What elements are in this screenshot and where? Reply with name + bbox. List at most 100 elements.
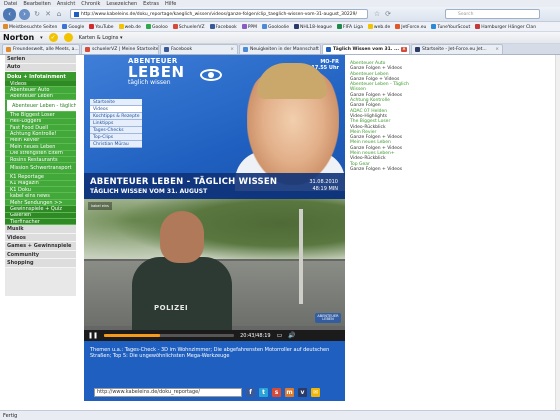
tab-close-icon[interactable]: × [230, 47, 234, 52]
volume-icon[interactable]: 🔊 [288, 332, 295, 339]
home-icon[interactable]: ⌂ [55, 10, 63, 19]
norton-check-icon[interactable]: ✓ [48, 33, 58, 42]
show-menu-item[interactable]: Tages-Checks [90, 127, 142, 134]
sidebar-category[interactable]: Community [5, 250, 76, 260]
bookmark-favicon-icon [145, 23, 151, 29]
show-menu-item[interactable]: Top-Clips [90, 134, 142, 141]
fullscreen-icon[interactable]: ▭ [277, 332, 283, 339]
sidebar-category[interactable]: Videos [5, 233, 76, 243]
bookmark-item[interactable]: YouTube [89, 23, 114, 30]
browser-tab[interactable]: Neuigkeiten in der Mannschaft× [239, 44, 321, 54]
bookmark-item[interactable]: TuneYourScout [431, 23, 471, 30]
browser-tab[interactable]: Facebook × [160, 44, 238, 54]
page-scrollbar[interactable] [555, 55, 560, 410]
reload-icon[interactable]: ↻ [33, 10, 41, 19]
show-menu-item[interactable]: Kochtipps & Rezepte [90, 113, 142, 120]
policeman-head [160, 211, 204, 263]
bookmark-item[interactable]: web.de [367, 23, 390, 30]
show-menu-item[interactable]: Videos [90, 106, 142, 113]
polizei-text: POLIZEI [154, 304, 189, 312]
bookmark-item[interactable]: Gooloo [145, 23, 168, 30]
norton-toolbar: Norton ▾ ✓ Karten & Logins ▾ [0, 32, 560, 44]
norton-menu[interactable]: Karten & Logins ▾ [79, 35, 123, 41]
browser-tab[interactable]: schuelerVZ | Meine Startseite× [81, 44, 159, 54]
tab-label: Freundeswelt, alle Meets, a... [13, 47, 79, 52]
menu-6[interactable]: Hilfe [165, 1, 176, 7]
url-text: http://www.kabeleins.de/doku_reportage/k… [81, 11, 358, 17]
bookmark-label: PPM [247, 24, 258, 30]
sidebar-item[interactable]: Mission Schwertransport [5, 163, 76, 175]
bookmark-item[interactable]: Google [62, 23, 85, 30]
pause-icon[interactable]: ❚❚ [88, 332, 98, 339]
bookmark-item[interactable]: Facebook [209, 23, 237, 30]
bookmark-favicon-icon [172, 23, 178, 29]
menu-0[interactable]: Datei [4, 1, 17, 7]
norton-logo: Norton [3, 33, 35, 42]
bookmark-favicon-icon [336, 23, 342, 29]
stop-icon[interactable]: ✕ [44, 10, 52, 19]
mail-icon[interactable]: ✉ [311, 387, 320, 397]
bookmark-item[interactable]: PPM [241, 23, 258, 30]
sidebar-section-title[interactable]: Doku + Infotainment [5, 72, 76, 81]
bookmark-label: FIFA Liga [342, 24, 363, 30]
bookmark-star-icon[interactable]: ☆ [373, 10, 381, 19]
bookmark-item[interactable]: Gooloolie [262, 23, 289, 30]
menu-2[interactable]: Ansicht [57, 1, 75, 7]
studivz-icon[interactable]: v [298, 387, 307, 397]
bookmark-label: TuneYourScout [437, 24, 471, 30]
menu-1[interactable]: Bearbeiten [23, 1, 50, 7]
related-shows: Abenteuer Auto Ganze Folgen + Videos Abent… [348, 55, 423, 189]
menu-5[interactable]: Extras [143, 1, 159, 7]
forward-button[interactable]: › [19, 8, 30, 20]
share-url-field[interactable]: http://www.kabeleins.de/doku_reportage/ [94, 387, 242, 397]
show-menu-item[interactable]: Christian Mürau [90, 141, 142, 148]
tab-label: Startseite - Jet-Force.eu Jet... [422, 47, 487, 52]
bookmark-label: Hamburger Hänger Clan [481, 24, 537, 30]
bookmark-item[interactable]: SchuelerVZ [172, 23, 205, 30]
bookmark-label: SchuelerVZ [178, 24, 205, 30]
refresh-icon[interactable]: ⟳ [384, 10, 392, 19]
video-policeman: POLIZEI [132, 207, 232, 332]
browser-tab[interactable]: Freundeswelt, alle Meets, a...× [2, 44, 80, 54]
bookmark-item[interactable]: web.de [118, 23, 141, 30]
page-content: Serien Auto Doku + Infotainment Videos Abent… [0, 55, 560, 410]
sidebar-item[interactable]: Abenteuer Leben - täglich Wissen [5, 100, 76, 113]
show-menu-item[interactable]: Startseite [90, 99, 142, 106]
sidebar-category[interactable]: Auto [5, 63, 76, 72]
progress-fill [104, 334, 160, 337]
sidebar-category[interactable]: Shopping [5, 259, 76, 268]
twitter-icon[interactable]: t [259, 387, 268, 397]
schuelervz-icon[interactable]: s [272, 387, 281, 397]
back-button[interactable]: ‹ [3, 7, 16, 21]
browser-tab[interactable]: Täglich Wissen vom 31. ... × [322, 44, 410, 54]
related-show-desc: Ganze Folgen + Videos [350, 166, 403, 172]
bookmark-favicon-icon [431, 23, 437, 29]
sidebar-category[interactable]: Serien [5, 55, 76, 64]
tab-favicon-icon [326, 47, 331, 52]
menu-4[interactable]: Lesezeichen [106, 1, 137, 7]
bookmark-label: Google [68, 24, 85, 30]
related-show-link[interactable]: Abenteuer Leben - Täglich Wissen [350, 82, 421, 93]
browser-tab[interactable]: Startseite - Jet-Force.eu Jet... × [411, 44, 503, 54]
episode-title-bar: ABENTEUER LEBEN - TÄGLICH WISSEN TÄGLICH… [84, 173, 345, 199]
bookmark-item[interactable]: Hamburger Hänger Clan [475, 23, 537, 30]
tab-close-icon[interactable]: × [495, 47, 499, 52]
meinvz-icon[interactable]: m [285, 387, 294, 397]
show-menu-item[interactable]: Linktipps [90, 120, 142, 127]
bookmark-item[interactable]: JetForce.eu [395, 23, 426, 30]
progress-bar[interactable] [104, 334, 235, 337]
bookmark-item[interactable]: FIFA Liga [336, 23, 363, 30]
sidebar-category[interactable]: Musik [5, 225, 76, 234]
facebook-icon[interactable]: f [246, 387, 255, 397]
address-bar[interactable]: http://www.kabeleins.de/doku_reportage/k… [70, 9, 368, 19]
bookmark-favicon-icon [241, 23, 247, 29]
bookmark-item[interactable]: Meistbesuchte Seiten [3, 23, 57, 30]
norton-safe-icon[interactable] [63, 33, 73, 42]
norton-dropdown[interactable]: ▾ [40, 35, 43, 41]
menu-3[interactable]: Chronik [81, 1, 100, 7]
tab-close-icon[interactable]: × [401, 47, 407, 52]
bookmark-item[interactable]: NHL18-league [294, 23, 332, 30]
search-input[interactable]: Search [445, 9, 540, 19]
sidebar-category[interactable]: Games + Gewinnspiele [5, 242, 76, 251]
video-player[interactable]: POLIZEI kabel eins ABENTEUER LEBEN ❚❚ 20… [84, 199, 345, 341]
